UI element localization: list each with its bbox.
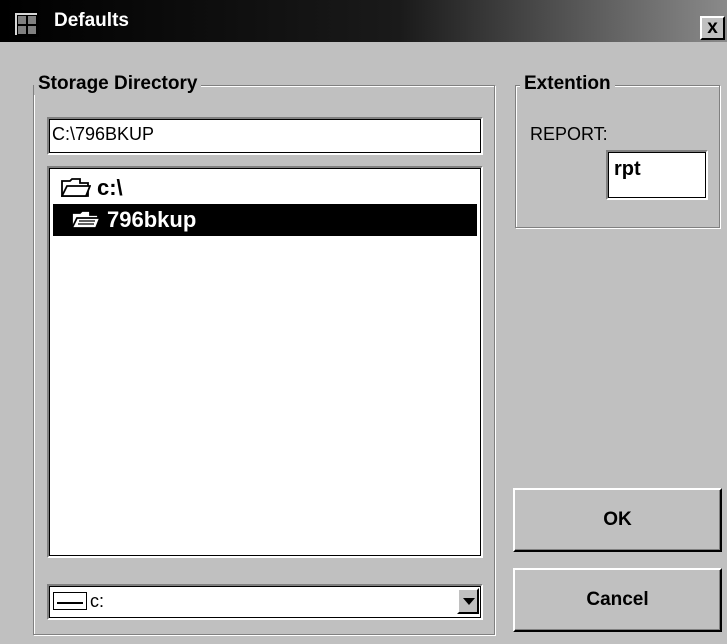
drive-icon [53,592,87,610]
directory-item-label: c:\ [97,175,123,200]
directory-item-796bkup[interactable]: 796bkup [53,204,477,236]
report-extension-field[interactable]: rpt [606,150,708,200]
open-folder-icon [71,210,101,229]
open-folder-icon [61,178,91,197]
storage-directory-label: Storage Directory [34,73,202,95]
ok-button[interactable]: OK [513,488,722,552]
directory-list[interactable]: c:\ 796bkup [47,166,483,558]
extension-group-label: Extention [520,73,615,95]
title-bar[interactable]: Defaults x [0,0,727,44]
close-button[interactable]: x [700,16,725,40]
report-label: REPORT: [530,124,608,144]
app-icon[interactable] [13,11,39,37]
window-title: Defaults [54,10,129,31]
drive-dropdown-button[interactable] [457,588,479,614]
cancel-button[interactable]: Cancel [513,568,722,632]
drive-value: c: [90,591,105,611]
drive-selector[interactable]: c: [47,584,483,620]
directory-item-label: 796bkup [107,207,197,232]
directory-item-root[interactable]: c:\ [53,172,477,204]
directory-path-field[interactable]: C:\796BKUP [47,117,483,155]
